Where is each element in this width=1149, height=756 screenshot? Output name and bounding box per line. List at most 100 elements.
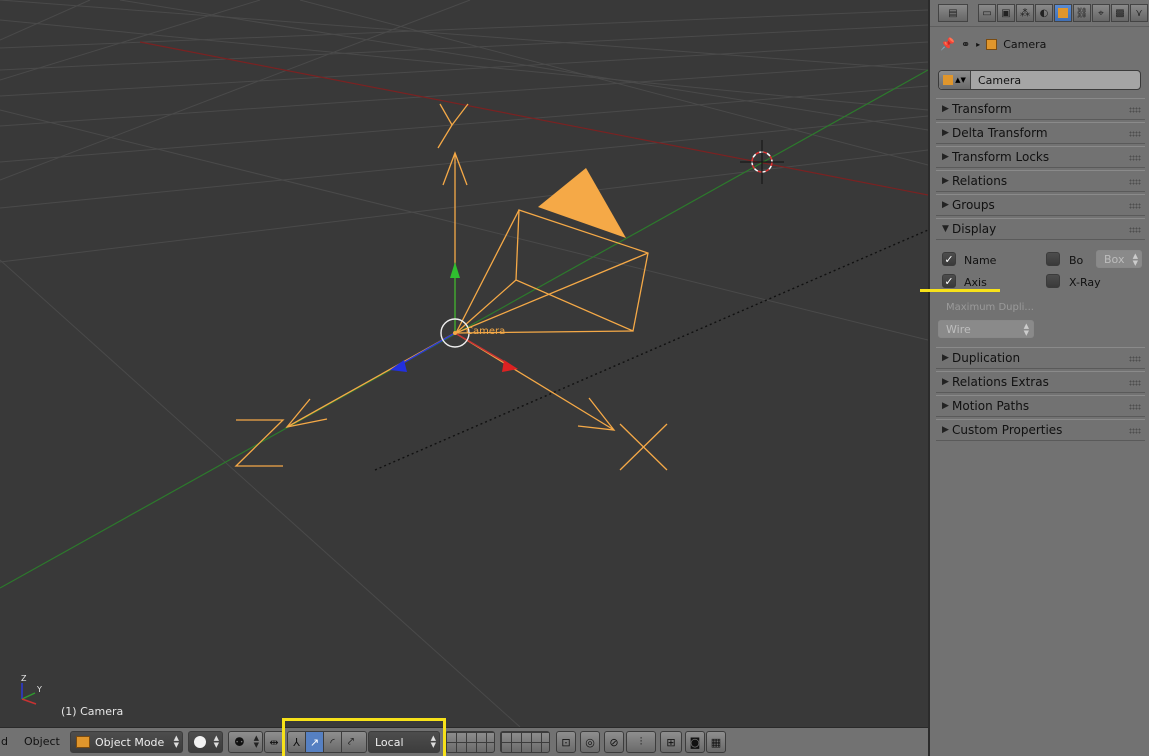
bounds-type-select[interactable]: Box ▲ ▼ — [1096, 250, 1142, 268]
drag-grip-icon[interactable] — [1129, 428, 1141, 434]
object-datablock-icon[interactable]: ▲▼ — [939, 71, 971, 89]
object-name-field[interactable]: ▲▼ Camera — [938, 70, 1141, 90]
mode-label: Object Mode — [95, 735, 165, 749]
viewport-shading-selector[interactable]: ▲ ▼ — [188, 731, 223, 753]
axis-checkbox-label: Axis — [964, 276, 987, 289]
view-axis-widget: Z Y — [21, 674, 42, 705]
collapsed-triangle-icon: ▶ — [942, 353, 949, 363]
drag-grip-icon[interactable] — [1129, 356, 1141, 362]
max-dupli-select[interactable]: Wire ▲ ▼ — [938, 320, 1034, 338]
max-dupli-value: Wire — [946, 322, 971, 336]
bounds-type-value: Box — [1104, 252, 1125, 266]
pin-icon[interactable]: 📌 — [940, 37, 955, 51]
camera-object[interactable] — [234, 103, 668, 471]
xray-checkbox-label: X-Ray — [1069, 276, 1101, 289]
drag-grip-icon[interactable] — [1129, 227, 1141, 233]
lock-layers-icon[interactable]: ⊡ — [556, 731, 576, 753]
editor-type-icon[interactable]: ▤ — [938, 4, 968, 22]
panel-title: Groups — [952, 198, 995, 212]
drag-grip-icon[interactable] — [1129, 131, 1141, 137]
panel-header-transform-locks[interactable]: ▶ Transform Locks — [936, 146, 1145, 168]
xray-checkbox[interactable] — [1046, 274, 1060, 288]
drag-grip-icon[interactable] — [1129, 380, 1141, 386]
tab-physics-icon[interactable]: ⋎ — [1130, 4, 1148, 22]
panel-title: Duplication — [952, 351, 1021, 365]
pivot-icon: ⚉ — [234, 735, 245, 749]
drag-grip-icon[interactable] — [1129, 203, 1141, 209]
object-menu[interactable]: Object — [24, 735, 60, 748]
snap-target-icon[interactable]: ⊞ — [660, 731, 682, 753]
collapsed-triangle-icon: ▶ — [942, 152, 949, 162]
tab-layers-icon[interactable]: ▣ — [997, 4, 1015, 22]
axis-z-label: Z — [21, 674, 27, 683]
snap-element-icon[interactable]: ⫶ — [626, 731, 656, 753]
dropdown-arrows-icon: ▲ ▼ — [213, 734, 219, 749]
manipulator-toggle[interactable]: ⇹ — [264, 731, 284, 753]
panel-header-duplication[interactable]: ▶ Duplication — [936, 347, 1145, 369]
tab-world-icon[interactable]: ◐ — [1035, 4, 1053, 22]
axis-checkbox[interactable]: ✓ — [942, 274, 956, 288]
panel-title: Motion Paths — [952, 399, 1030, 413]
panel-title: Custom Properties — [952, 423, 1063, 437]
axis-y-label: Y — [36, 685, 42, 694]
name-checkbox[interactable]: ✓ — [942, 252, 956, 266]
object-cube-icon — [986, 38, 998, 50]
sphere-shading-icon — [194, 736, 206, 748]
collapsed-triangle-icon: ▶ — [942, 200, 949, 210]
tab-object-icon[interactable] — [1054, 4, 1072, 22]
highlight-underline — [920, 289, 1000, 292]
tab-modifiers-icon[interactable]: ⌖ — [1092, 4, 1110, 22]
panel-display-title: Display — [952, 222, 997, 236]
panel-header-relations-extras[interactable]: ▶ Relations Extras — [936, 371, 1145, 393]
drag-grip-icon[interactable] — [1129, 107, 1141, 113]
tab-data-icon[interactable]: ▩ — [1111, 4, 1129, 22]
3d-viewport[interactable]: Z Y Camera (1) Camera — [0, 0, 928, 727]
viewport-status: (1) Camera — [61, 705, 124, 718]
panel-title: Transform — [952, 102, 1012, 116]
panel-header-delta-transform[interactable]: ▶ Delta Transform — [936, 122, 1145, 144]
3d-cursor-icon[interactable] — [740, 140, 784, 184]
panel-header-motion-paths[interactable]: ▶ Motion Paths — [936, 395, 1145, 417]
drag-grip-icon[interactable] — [1129, 404, 1141, 410]
chevron-right-icon: ▸ — [976, 39, 981, 49]
tab-constraints-icon[interactable]: ⛓ — [1073, 4, 1091, 22]
bounds-checkbox[interactable] — [1046, 252, 1060, 266]
object-name-label: Camera — [466, 326, 505, 337]
layer-buttons-group-2[interactable] — [500, 731, 550, 753]
dropdown-arrows-icon: ▲ ▼ — [1023, 322, 1029, 337]
collapsed-triangle-icon: ▶ — [942, 401, 949, 411]
mode-selector[interactable]: Object Mode ▲ ▼ — [70, 731, 183, 753]
transform-manipulator[interactable] — [390, 262, 518, 372]
scene-objects-icon: ⚭ — [960, 37, 971, 51]
drag-grip-icon[interactable] — [1129, 179, 1141, 185]
panel-header-groups[interactable]: ▶ Groups — [936, 194, 1145, 216]
object-name-value: Camera — [978, 73, 1022, 87]
max-dupli-label: Maximum Dupli... — [946, 302, 1034, 313]
proportional-edit-icon[interactable]: ◎ — [580, 731, 600, 753]
collapsed-triangle-icon: ▶ — [942, 377, 949, 387]
snap-toggle-icon[interactable]: ⊘ — [604, 731, 624, 753]
panel-title: Transform Locks — [952, 150, 1050, 164]
breadcrumb-object: Camera — [1003, 37, 1047, 51]
viewport-scene: Z Y Camera — [0, 0, 928, 727]
panel-header-transform[interactable]: ▶ Transform — [936, 98, 1145, 120]
properties-editor: ▤ ▭ ▣ ⁂ ◐ ⛓ ⌖ ▩ ⋎ 📌 ⚭ ▸ Camera ▲▼ Camera… — [928, 0, 1149, 756]
cube-icon — [76, 736, 90, 748]
render-opengl-icon[interactable]: ◙ — [685, 731, 705, 753]
drag-grip-icon[interactable] — [1129, 155, 1141, 161]
camera-up-triangle — [538, 168, 626, 238]
tab-scene-icon[interactable]: ⁂ — [1016, 4, 1034, 22]
collapsed-triangle-icon: ▶ — [942, 128, 949, 138]
relationship-line — [374, 229, 928, 471]
layer-buttons-group-1[interactable] — [445, 731, 495, 753]
panel-display-header[interactable]: ▼ Display — [936, 218, 1145, 240]
view-menu-partial[interactable]: d — [1, 735, 8, 748]
panel-header-relations[interactable]: ▶ Relations — [936, 170, 1145, 192]
render-animation-icon[interactable]: ▦ — [706, 731, 726, 753]
manipulator-icon: ⇹ — [269, 735, 279, 749]
panel-header-custom-properties[interactable]: ▶ Custom Properties — [936, 419, 1145, 441]
3d-view-header: d Object Object Mode ▲ ▼ ▲ ▼ ⚉ ▲ ▼ ⇹ ⅄ ↗ ◜ … — [0, 727, 928, 756]
highlight-box — [282, 718, 446, 756]
pivot-point-selector[interactable]: ⚉ ▲ ▼ — [228, 731, 263, 753]
tab-render-icon[interactable]: ▭ — [978, 4, 996, 22]
